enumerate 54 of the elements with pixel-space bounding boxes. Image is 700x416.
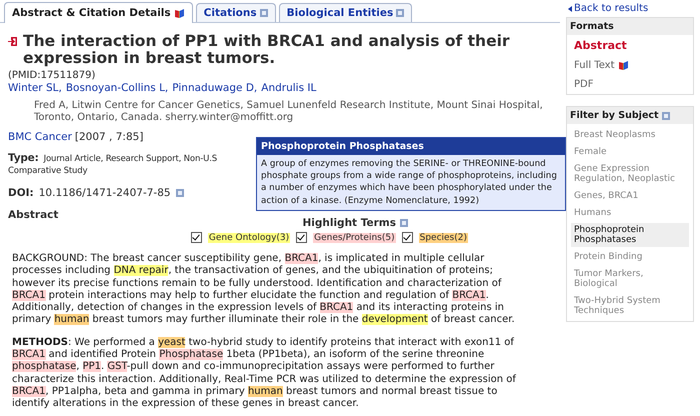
- article-title: The interaction of PP1 with BRCA1 and analysis of their expression in breast tumors.: [23, 33, 511, 67]
- subject-link[interactable]: Female: [571, 145, 689, 159]
- subject-link[interactable]: Breast Neoplasms: [571, 128, 689, 142]
- highlight-terms-heading: Highlight Terms: [302, 217, 396, 229]
- checkbox[interactable]: [402, 232, 413, 243]
- term-label: Genes/Proteins(5): [313, 232, 396, 242]
- back-link[interactable]: Back to results: [566, 3, 694, 14]
- help-icon[interactable]: [400, 219, 408, 227]
- subject-link[interactable]: Genes, BRCA1: [571, 189, 689, 203]
- affiliation: Fred A, Litwin Centre for Cancer Genetics, Samuel Lunenfeld Research Institute, Mount Sinai Hospital, Toronto, Ontario, Canada. sherry.winter@moffitt.org: [34, 100, 544, 123]
- help-icon[interactable]: [260, 9, 268, 17]
- format-link[interactable]: PDF: [567, 75, 693, 94]
- journal-link[interactable]: BMC Cancer: [8, 131, 72, 143]
- tab[interactable]: Biological Entities: [278, 3, 412, 22]
- checkbox[interactable]: [296, 232, 308, 243]
- panel-heading: Filter by Subject: [570, 110, 659, 121]
- format-link[interactable]: Abstract: [567, 35, 693, 56]
- author-link[interactable]: Winter SL: [8, 82, 58, 94]
- subject-link[interactable]: Protein Binding: [571, 250, 689, 264]
- subject-link[interactable]: Humans: [571, 206, 689, 220]
- separator: ,: [58, 82, 62, 94]
- separator: ,: [164, 82, 168, 94]
- checkbox[interactable]: [190, 232, 202, 243]
- caret-icon: [568, 6, 572, 12]
- type-value: Journal Article, Research Support, Non-U.S: [44, 153, 217, 165]
- panel-heading: Formats: [567, 18, 693, 35]
- separator: ,: [254, 82, 258, 94]
- type-label: Type:: [8, 152, 39, 164]
- tab[interactable]: Abstract & Citation Details: [4, 2, 193, 23]
- help-icon[interactable]: [396, 9, 404, 17]
- author-link[interactable]: Bosnoyan-Collins L: [66, 82, 165, 94]
- document-icon: [8, 36, 19, 47]
- pmid: (PMID:17511879): [8, 70, 96, 82]
- doi-value: 10.1186/1471-2407-7-85: [38, 187, 171, 199]
- author-link[interactable]: Pinnaduwage D: [172, 82, 254, 94]
- subject-link[interactable]: Phosphoprotein Phosphatases: [571, 223, 689, 247]
- tooltip-text: A group of enzymes removing the SERINE- or THREONINE-bound phosphate groups from a wide range of phosphoproteins, including a number of enzymes which have been phosphorylated under the action of a kinase. (Enzyme Nomenclature, 1992): [260, 158, 558, 208]
- term-label: Species(2): [418, 232, 468, 242]
- doi-label: DOI:: [8, 187, 34, 199]
- subject-link[interactable]: Two-Hybrid System Techniques: [571, 294, 689, 318]
- tab[interactable]: Citations: [196, 3, 276, 22]
- journal-reference: [2007 , 7:85]: [74, 131, 144, 143]
- book-icon: [174, 8, 185, 18]
- tooltip-title: Phosphoprotein Phosphatases: [257, 138, 565, 155]
- format-link[interactable]: Full Text: [567, 56, 693, 75]
- abstract-heading: Abstract: [8, 209, 60, 221]
- subject-link[interactable]: Gene Expression Regulation, Neoplastic: [571, 162, 689, 186]
- author-link[interactable]: Andrulis IL: [261, 82, 316, 94]
- term-label: Gene Ontology(3): [208, 232, 290, 242]
- help-icon[interactable]: [662, 112, 670, 120]
- help-icon[interactable]: [176, 189, 184, 197]
- type-value: Comparative Study: [8, 165, 88, 177]
- book-icon: [618, 60, 629, 71]
- subject-link[interactable]: Tumor Markers, Biological: [571, 267, 689, 291]
